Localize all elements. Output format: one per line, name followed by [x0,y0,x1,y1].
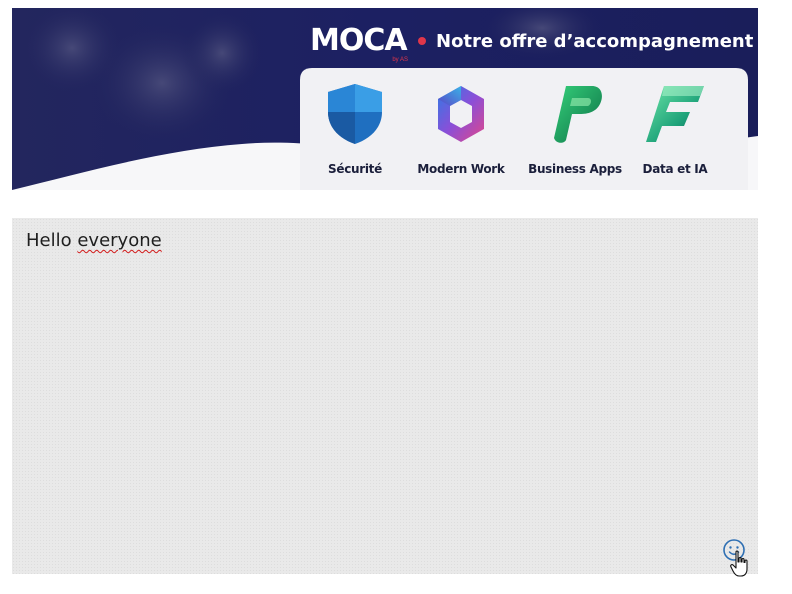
banner-tagline: Notre offre d’accompagnement [436,30,754,52]
fabric-icon [646,86,704,142]
page: MOCA by AS Notre offre d’accompagnement … [0,0,792,594]
offer-banner-image: MOCA by AS Notre offre d’accompagnement … [12,8,758,190]
offer-label: Sécurité [328,162,382,176]
brand-header: MOCA by AS Notre offre d’accompagnement [310,22,754,63]
offer-modern-work: Modern Work [406,82,516,176]
logo-text: MOCA [310,23,408,58]
misspelled-word: everyone [77,230,162,251]
microsoft-365-icon [438,86,484,142]
emoji-icon [723,539,745,561]
offer-label: Data et IA [642,162,708,176]
shield-icon [328,84,382,144]
offers-panel: Sécurité Modern Work Business Apps Data … [300,68,748,190]
editor-text-plain: Hello [26,230,78,251]
power-platform-icon [554,86,602,143]
offer-data-ia: Data et IA [620,82,730,176]
text-editor[interactable]: Hello everyone [12,218,758,577]
offer-business-apps: Business Apps [520,82,630,176]
moca-logo: MOCA by AS [310,22,410,63]
logo-subtitle: by AS [392,57,408,63]
emoji-button[interactable] [722,538,746,562]
separator-dot [418,37,426,45]
editor-content[interactable]: Hello everyone [26,230,162,251]
offer-label: Business Apps [528,162,622,176]
offer-label: Modern Work [417,162,505,176]
offer-securite: Sécurité [300,82,410,176]
